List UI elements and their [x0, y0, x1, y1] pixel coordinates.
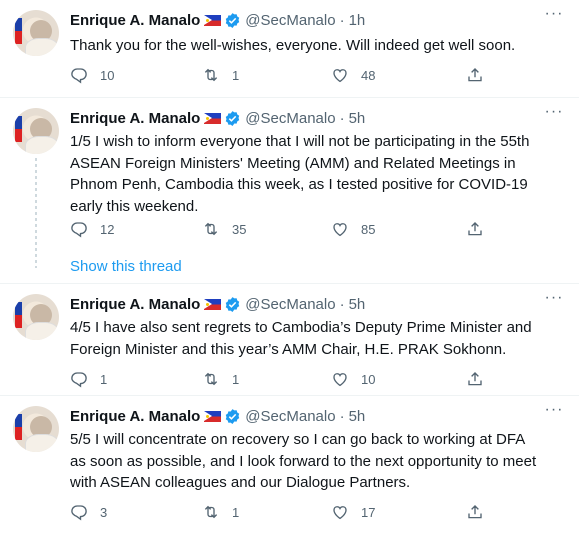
philippine-flag-icon — [204, 410, 222, 422]
author-name[interactable]: Enrique A. Manalo — [70, 296, 200, 313]
heart-icon — [331, 503, 349, 521]
more-options-icon[interactable]: ··· — [543, 290, 565, 310]
reply-button[interactable]: 3 — [70, 502, 107, 522]
tweet-header: Enrique A. Manalo @SecManalo · 5h — [70, 294, 365, 314]
retweet-icon — [202, 503, 220, 521]
show-thread-link[interactable]: Show this thread — [70, 258, 182, 275]
reply-count: 3 — [100, 504, 108, 520]
share-icon — [466, 220, 484, 238]
reply-icon — [70, 370, 88, 388]
retweet-count: 35 — [232, 221, 247, 237]
like-button[interactable]: 48 — [331, 65, 375, 85]
tweet-text: 5/5 I will concentrate on recovery so I … — [70, 431, 537, 491]
tweet-feed: Enrique A. Manalo @SecManalo · 1h ··· Th… — [0, 0, 579, 536]
separator-dot: · — [339, 11, 345, 29]
author-name[interactable]: Enrique A. Manalo — [70, 408, 200, 425]
retweet-button[interactable]: 1 — [202, 369, 239, 389]
like-count: 85 — [361, 221, 376, 237]
thread-connector-line — [35, 158, 37, 268]
like-count: 17 — [361, 504, 376, 520]
philippine-flag-icon — [204, 298, 222, 310]
reply-count: 10 — [100, 67, 115, 83]
philippine-flag-icon — [204, 14, 222, 26]
verified-badge-icon — [224, 296, 241, 313]
separator-dot: · — [339, 407, 345, 425]
tweet-actions: 10 1 48 — [70, 65, 490, 85]
philippine-flag-icon — [204, 112, 222, 124]
tweet-actions: 3 1 17 — [70, 502, 490, 522]
timestamp[interactable]: 1h — [349, 12, 366, 29]
reply-button[interactable]: 12 — [70, 219, 114, 239]
reply-icon — [70, 503, 88, 521]
author-handle[interactable]: @SecManalo — [245, 12, 335, 29]
author-name[interactable]: Enrique A. Manalo — [70, 110, 200, 127]
avatar[interactable] — [13, 108, 59, 154]
timestamp[interactable]: 5h — [349, 110, 366, 127]
reply-icon — [70, 66, 88, 84]
share-icon — [466, 66, 484, 84]
author-name[interactable]: Enrique A. Manalo — [70, 12, 200, 29]
share-icon — [466, 503, 484, 521]
tweet-header: Enrique A. Manalo @SecManalo · 5h — [70, 406, 365, 426]
reply-count: 12 — [100, 221, 115, 237]
tweet-text: 4/5 I have also sent regrets to Cambodia… — [70, 319, 532, 358]
tweet[interactable]: Enrique A. Manalo @SecManalo · 5h ··· 4/… — [0, 284, 579, 396]
avatar[interactable] — [13, 294, 59, 340]
share-button[interactable] — [466, 369, 484, 389]
retweet-icon — [202, 66, 220, 84]
tweet-header: Enrique A. Manalo @SecManalo · 1h — [70, 10, 365, 30]
tweet-text: Thank you for the well-wishes, everyone.… — [70, 37, 516, 54]
retweet-button[interactable]: 1 — [202, 502, 239, 522]
reply-button[interactable]: 1 — [70, 369, 107, 389]
retweet-count: 1 — [232, 504, 240, 520]
like-button[interactable]: 10 — [331, 369, 375, 389]
author-handle[interactable]: @SecManalo — [245, 110, 335, 127]
share-button[interactable] — [466, 65, 484, 85]
more-options-icon[interactable]: ··· — [543, 402, 565, 422]
tweet[interactable]: Enrique A. Manalo @SecManalo · 5h ··· 1/… — [0, 98, 579, 284]
avatar[interactable] — [13, 406, 59, 452]
retweet-count: 1 — [232, 67, 240, 83]
avatar[interactable] — [13, 10, 59, 56]
timestamp[interactable]: 5h — [349, 296, 366, 313]
separator-dot: · — [339, 295, 345, 313]
tweet[interactable]: Enrique A. Manalo @SecManalo · 1h ··· Th… — [0, 0, 579, 98]
retweet-icon — [202, 220, 220, 238]
separator-dot: · — [339, 109, 345, 127]
more-options-icon[interactable]: ··· — [543, 6, 565, 26]
reply-button[interactable]: 10 — [70, 65, 114, 85]
timestamp[interactable]: 5h — [349, 408, 366, 425]
heart-icon — [331, 66, 349, 84]
tweet-header: Enrique A. Manalo @SecManalo · 5h — [70, 108, 365, 128]
more-options-icon[interactable]: ··· — [543, 104, 565, 124]
author-handle[interactable]: @SecManalo — [245, 296, 335, 313]
like-button[interactable]: 85 — [331, 219, 375, 239]
verified-badge-icon — [224, 408, 241, 425]
like-button[interactable]: 17 — [331, 502, 375, 522]
tweet-actions: 12 35 85 — [70, 219, 490, 239]
reply-count: 1 — [100, 371, 108, 387]
share-button[interactable] — [466, 502, 484, 522]
heart-icon — [331, 220, 349, 238]
heart-icon — [331, 370, 349, 388]
retweet-button[interactable]: 35 — [202, 219, 246, 239]
tweet-actions: 1 1 10 — [70, 369, 490, 389]
retweet-icon — [202, 370, 220, 388]
retweet-count: 1 — [232, 371, 240, 387]
share-icon — [466, 370, 484, 388]
share-button[interactable] — [466, 219, 484, 239]
verified-badge-icon — [224, 110, 241, 127]
verified-badge-icon — [224, 12, 241, 29]
reply-icon — [70, 220, 88, 238]
retweet-button[interactable]: 1 — [202, 65, 239, 85]
like-count: 48 — [361, 67, 376, 83]
tweet-text: 1/5 I wish to inform everyone that I wil… — [70, 133, 530, 215]
author-handle[interactable]: @SecManalo — [245, 408, 335, 425]
like-count: 10 — [361, 371, 376, 387]
tweet[interactable]: Enrique A. Manalo @SecManalo · 5h ··· 5/… — [0, 396, 579, 536]
